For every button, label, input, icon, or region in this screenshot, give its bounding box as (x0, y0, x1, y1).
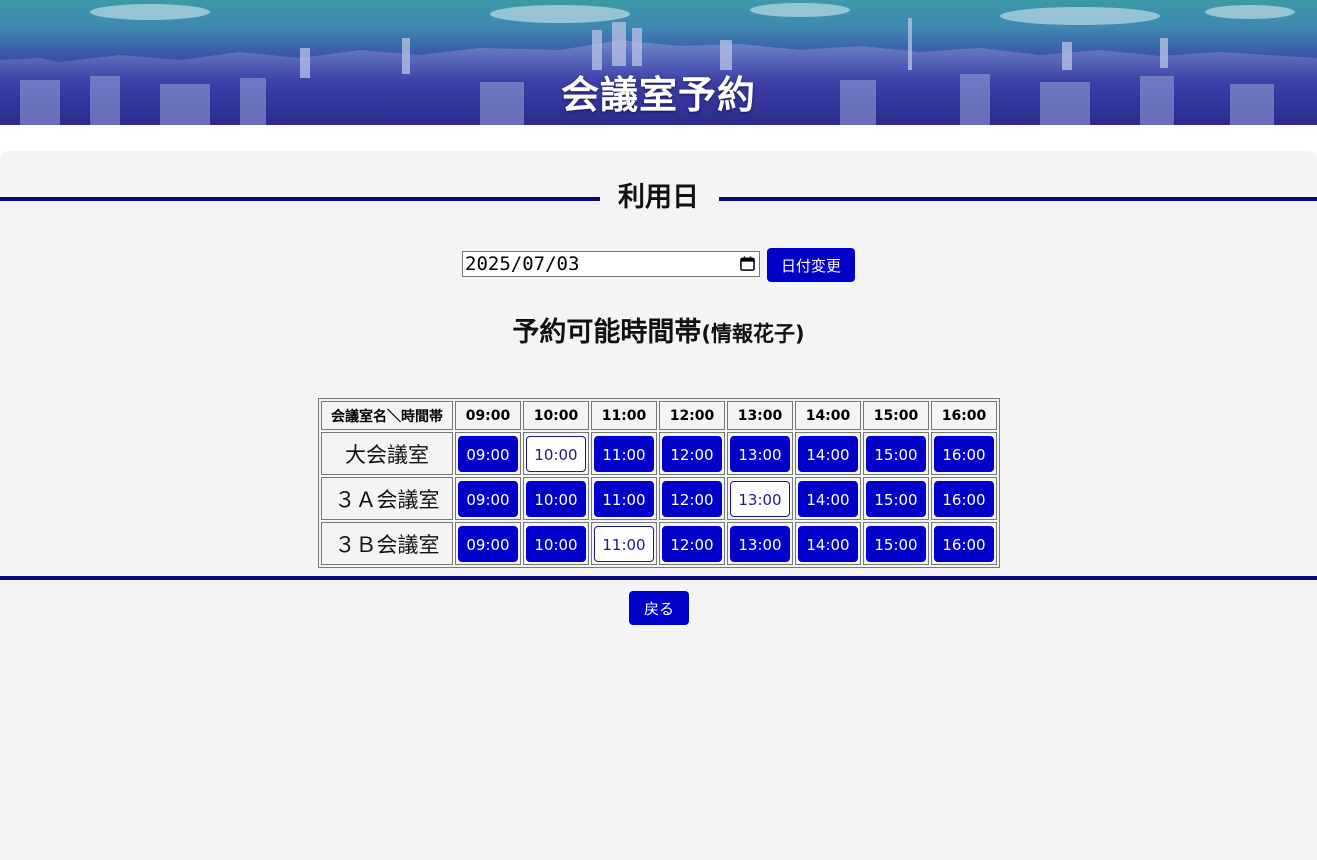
slot-available-button[interactable]: 10:00 (526, 480, 586, 517)
slot-cell: 13:00 (727, 522, 793, 565)
slot-available-button[interactable]: 14:00 (798, 435, 858, 472)
table-row: ３Ａ会議室 09:00 10:00 11:00 12:00 13:00 14:00 15:00… (321, 477, 997, 520)
room-name: 大会議室 (321, 432, 453, 475)
page-title: 会議室予約 (560, 73, 756, 117)
slot-cell: 09:00 (455, 432, 521, 475)
slot-cell: 13:00 (727, 477, 793, 520)
slot-cell: 13:00 (727, 432, 793, 475)
time-header: 16:00 (931, 401, 997, 430)
time-header: 12:00 (659, 401, 725, 430)
change-date-button[interactable]: 日付変更 (767, 248, 855, 282)
slot-cell: 10:00 (523, 477, 589, 520)
time-header: 10:00 (523, 401, 589, 430)
time-header: 13:00 (727, 401, 793, 430)
slot-cell: 14:00 (795, 432, 861, 475)
slot-cell: 15:00 (863, 522, 929, 565)
slot-cell: 10:00 (523, 432, 589, 475)
time-header: 09:00 (455, 401, 521, 430)
slot-available-button[interactable]: 16:00 (934, 435, 994, 472)
slot-cell: 16:00 (931, 522, 997, 565)
slot-cell: 16:00 (931, 432, 997, 475)
slot-available-button[interactable]: 15:00 (866, 525, 926, 562)
slot-booked-button[interactable]: 13:00 (730, 480, 790, 517)
slot-available-button[interactable]: 11:00 (594, 480, 654, 517)
slot-available-button[interactable]: 12:00 (662, 480, 722, 517)
date-input-value: 2025/07/03 (465, 253, 580, 275)
availability-heading: 予約可能時間帯(情報花子) (0, 310, 1317, 349)
room-name: ３Ａ会議室 (321, 477, 453, 520)
table-row: ３Ｂ会議室 09:00 10:00 11:00 12:00 13:00 14:00 15:00… (321, 522, 997, 565)
slot-available-button[interactable]: 12:00 (662, 525, 722, 562)
slot-cell: 15:00 (863, 477, 929, 520)
slot-booked-button[interactable]: 10:00 (526, 435, 586, 472)
slot-cell: 15:00 (863, 432, 929, 475)
slot-cell: 14:00 (795, 522, 861, 565)
slot-available-button[interactable]: 11:00 (594, 435, 654, 472)
back-button[interactable]: 戻る (629, 591, 689, 625)
corner-header: 会議室名＼時間帯 (321, 401, 453, 430)
room-name: ３Ｂ会議室 (321, 522, 453, 565)
slot-cell: 12:00 (659, 477, 725, 520)
user-name: (情報花子) (701, 322, 805, 346)
slot-available-button[interactable]: 14:00 (798, 480, 858, 517)
slot-cell: 09:00 (455, 477, 521, 520)
time-header: 15:00 (863, 401, 929, 430)
slot-cell: 16:00 (931, 477, 997, 520)
slot-available-button[interactable]: 16:00 (934, 480, 994, 517)
time-header: 14:00 (795, 401, 861, 430)
slot-available-button[interactable]: 13:00 (730, 435, 790, 472)
slot-available-button[interactable]: 14:00 (798, 525, 858, 562)
availability-table: 会議室名＼時間帯 09:00 10:00 11:00 12:00 13:00 1… (318, 398, 1000, 568)
slot-cell: 11:00 (591, 522, 657, 565)
slot-cell: 10:00 (523, 522, 589, 565)
slot-available-button[interactable]: 15:00 (866, 435, 926, 472)
slot-available-button[interactable]: 09:00 (458, 525, 518, 562)
section-title-date: 利用日 (0, 180, 1317, 216)
calendar-icon[interactable] (740, 256, 755, 271)
slot-available-button[interactable]: 09:00 (458, 435, 518, 472)
slot-available-button[interactable]: 15:00 (866, 480, 926, 517)
table-row: 大会議室 09:00 10:00 11:00 12:00 13:00 14:00 15:00 1… (321, 432, 997, 475)
slot-cell: 14:00 (795, 477, 861, 520)
availability-title: 予約可能時間帯 (512, 317, 702, 348)
slot-cell: 12:00 (659, 432, 725, 475)
slot-booked-button[interactable]: 11:00 (594, 525, 654, 562)
header-banner: 会議室予約 (0, 0, 1317, 125)
slot-available-button[interactable]: 09:00 (458, 480, 518, 517)
slot-available-button[interactable]: 16:00 (934, 525, 994, 562)
slot-available-button[interactable]: 13:00 (730, 525, 790, 562)
table-header-row: 会議室名＼時間帯 09:00 10:00 11:00 12:00 13:00 1… (321, 401, 997, 430)
slot-cell: 09:00 (455, 522, 521, 565)
slot-available-button[interactable]: 10:00 (526, 525, 586, 562)
slot-cell: 12:00 (659, 522, 725, 565)
slot-cell: 11:00 (591, 477, 657, 520)
time-header: 11:00 (591, 401, 657, 430)
bottom-divider (0, 576, 1317, 580)
slot-cell: 11:00 (591, 432, 657, 475)
slot-available-button[interactable]: 12:00 (662, 435, 722, 472)
date-input[interactable]: 2025/07/03 (462, 251, 760, 277)
